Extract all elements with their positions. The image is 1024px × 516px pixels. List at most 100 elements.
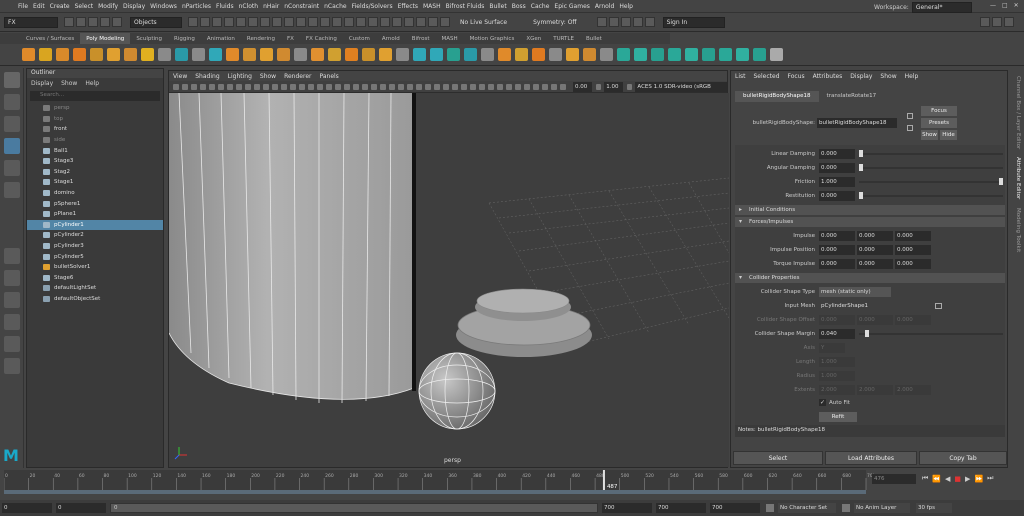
viewport-tool-icon[interactable]	[551, 83, 557, 90]
menu-item[interactable]: nConstraint	[284, 3, 319, 10]
viewport-tool-icon[interactable]	[380, 83, 386, 90]
shelf-tool-icon[interactable]	[328, 48, 341, 61]
shelf-tool-icon[interactable]	[175, 48, 188, 61]
outliner-menu-item[interactable]: Show	[61, 80, 77, 87]
viewport-tool-icon[interactable]	[560, 83, 566, 90]
connection-arrow-icon[interactable]	[935, 303, 942, 309]
gamma-icon[interactable]	[596, 83, 602, 90]
outliner-menu-item[interactable]: Display	[31, 80, 53, 87]
outliner-search-input[interactable]: Search...	[30, 91, 160, 101]
viewport-tool-icon[interactable]	[407, 83, 413, 90]
shelf-tool-icon[interactable]	[736, 48, 749, 61]
slider-knob[interactable]	[859, 192, 863, 199]
lasso-tool-icon[interactable]	[3, 94, 20, 110]
collider-shape-margin-field[interactable]: 0.040	[819, 329, 855, 339]
outliner-item[interactable]: top	[27, 114, 163, 125]
mask-icon[interactable]	[296, 17, 306, 27]
outliner-item[interactable]: Stage1	[27, 177, 163, 188]
shelf-tool-icon[interactable]	[260, 48, 273, 61]
auto-fit-checkbox[interactable]: ✓	[819, 399, 826, 406]
shelf-tool-icon[interactable]	[617, 48, 630, 61]
workspace-dropdown[interactable]: General*	[911, 2, 972, 13]
outliner-item[interactable]: persp	[27, 103, 163, 114]
outliner-item[interactable]: pCylinder2	[27, 230, 163, 241]
menu-item[interactable]: Display	[123, 3, 145, 10]
impulse-position-x-field[interactable]: 0.000	[819, 245, 855, 255]
impulse-x-field[interactable]: 0.000	[819, 231, 855, 241]
outliner-menu-item[interactable]: Help	[85, 80, 99, 87]
viewport-tool-icon[interactable]	[533, 83, 539, 90]
outliner-item[interactable]: pPlane1	[27, 209, 163, 220]
outliner-item[interactable]: side	[27, 135, 163, 146]
exposure-field[interactable]: 0.00	[573, 81, 593, 92]
menu-item[interactable]: Help	[619, 3, 633, 10]
character-set-icon[interactable]	[766, 504, 774, 512]
viewport-tool-icon[interactable]	[362, 83, 368, 90]
go-to-start-icon[interactable]: ⏮	[922, 474, 928, 483]
attribute-editor-tab[interactable]: bulletRigidBodyShape18	[735, 90, 819, 102]
maximize-icon[interactable]: □	[1002, 2, 1008, 9]
shelf-tool-icon[interactable]	[226, 48, 239, 61]
mask-icon[interactable]	[212, 17, 222, 27]
viewport-tool-icon[interactable]	[317, 83, 323, 90]
outliner-item[interactable]: Ball1	[27, 145, 163, 156]
outliner-item[interactable]: pSphere1	[27, 198, 163, 209]
rotate-tool-icon[interactable]	[3, 160, 20, 176]
menu-item[interactable]: Create	[50, 3, 70, 10]
menuset-dropdown[interactable]: FX	[4, 16, 58, 28]
friction-slider[interactable]	[859, 178, 1003, 185]
attribute-editor-menu-item[interactable]: Display	[850, 73, 872, 80]
mask-icon[interactable]	[272, 17, 282, 27]
outliner-item[interactable]: pCylinder5	[27, 251, 163, 262]
viewport-tool-icon[interactable]	[218, 83, 224, 90]
mask-icon[interactable]	[248, 17, 258, 27]
viewport-tool-icon[interactable]	[515, 83, 521, 90]
mask-icon[interactable]	[284, 17, 294, 27]
impulse-position-y-field[interactable]: 0.000	[857, 245, 893, 255]
impulse-y-field[interactable]: 0.000	[857, 231, 893, 241]
current-frame-field[interactable]: 476	[872, 474, 916, 484]
shelf-tool-icon[interactable]	[515, 48, 528, 61]
attribute-scroll[interactable]: Linear Damping 0.000 Angular Damping 0.0…	[735, 145, 1005, 435]
outliner-item[interactable]: front	[27, 124, 163, 135]
layout-icon[interactable]	[992, 17, 1002, 27]
menu-item[interactable]: File	[18, 3, 28, 10]
anim-layer-dropdown[interactable]: No Anim Layer	[854, 503, 910, 513]
viewport-tool-icon[interactable]	[542, 83, 548, 90]
viewport-tool-icon[interactable]	[353, 83, 359, 90]
viewport-tool-icon[interactable]	[173, 83, 179, 90]
shelf-tab[interactable]: XGen	[520, 33, 547, 44]
fps-dropdown[interactable]: 30 fps	[916, 503, 952, 513]
shelf-tool-icon[interactable]	[481, 48, 494, 61]
save-scene-icon[interactable]	[88, 17, 98, 27]
menu-item[interactable]: MASH	[423, 3, 441, 10]
viewport-tool-icon[interactable]	[308, 83, 314, 90]
viewport-menu-item[interactable]: Show	[260, 73, 276, 80]
friction-field[interactable]: 1.000	[819, 177, 855, 187]
viewport-tool-icon[interactable]	[254, 83, 260, 90]
shelf-tool-icon[interactable]	[566, 48, 579, 61]
shelf-tab[interactable]: Animation	[201, 33, 241, 44]
shelf-tab[interactable]: TURTLE	[547, 33, 580, 44]
mask-icon[interactable]	[344, 17, 354, 27]
mask-icon[interactable]	[416, 17, 426, 27]
viewport-tool-icon[interactable]	[299, 83, 305, 90]
search-icon[interactable]	[3, 358, 20, 374]
side-tab-attribute-editor[interactable]: Attribute Editor	[1015, 157, 1021, 199]
viewport-tool-icon[interactable]	[326, 83, 332, 90]
mask-icon[interactable]	[332, 17, 342, 27]
menu-item[interactable]: Epic Games	[554, 3, 589, 10]
viewport-tool-icon[interactable]	[227, 83, 233, 90]
move-tool-icon[interactable]	[3, 138, 20, 154]
attribute-editor-menu-item[interactable]: List	[735, 73, 746, 80]
viewport-tool-icon[interactable]	[506, 83, 512, 90]
shelf-tool-icon[interactable]	[277, 48, 290, 61]
undo-icon[interactable]	[100, 17, 110, 27]
viewport-tool-icon[interactable]	[209, 83, 215, 90]
attribute-editor-menu-item[interactable]: Show	[880, 73, 896, 80]
viewport-tool-icon[interactable]	[335, 83, 341, 90]
mask-icon[interactable]	[440, 17, 450, 27]
viewport-menu-item[interactable]: View	[173, 73, 187, 80]
render-icon[interactable]	[596, 17, 607, 27]
torque-y-field[interactable]: 0.000	[857, 259, 893, 269]
